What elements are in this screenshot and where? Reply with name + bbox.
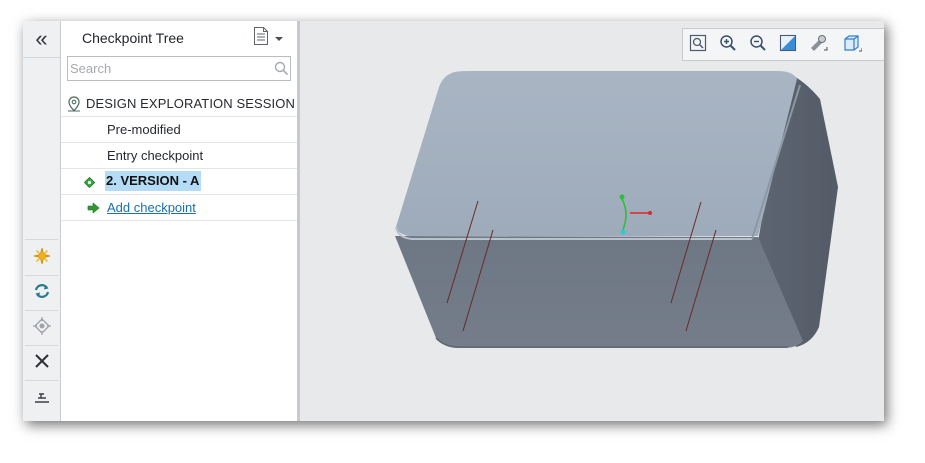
filter-button[interactable] <box>23 383 60 417</box>
tree-item-label: Pre-modified <box>107 122 181 137</box>
checkpoint-panel: Checkpoint Tree Search DESIGN EXPLORATIO… <box>61 21 300 421</box>
star-icon <box>33 247 51 270</box>
panel-title: Checkpoint Tree <box>82 30 184 46</box>
toolbar-divider <box>25 239 58 240</box>
refit-button[interactable] <box>687 34 709 57</box>
search-input[interactable] <box>69 59 261 78</box>
document-list-icon <box>253 26 269 51</box>
session-label: DESIGN EXPLORATION SESSION <box>86 96 295 111</box>
zoom-in-button[interactable] <box>717 34 739 57</box>
model-top-face <box>396 71 797 236</box>
perspective-button[interactable] <box>807 34 829 57</box>
refresh-button[interactable] <box>23 276 60 310</box>
tree-item-label: 2. VERSION - A <box>105 171 202 191</box>
delete-icon <box>34 353 50 374</box>
refit-icon <box>689 34 707 57</box>
model-front-face <box>395 236 803 348</box>
tree-item-pre-modified[interactable]: Pre-modified <box>61 117 297 143</box>
collapse-panel-button[interactable]: « <box>23 21 60 58</box>
zoom-out-icon <box>749 34 767 57</box>
refresh-icon <box>33 282 51 305</box>
locate-icon <box>32 316 51 340</box>
saved-views-icon <box>842 34 863 57</box>
star-button[interactable] <box>23 241 60 275</box>
delete-button[interactable] <box>23 346 60 380</box>
filter-icon <box>34 390 50 411</box>
search-box <box>67 56 291 81</box>
repaint-icon <box>779 34 797 57</box>
graphics-viewport[interactable] <box>300 21 884 421</box>
zoom-in-icon <box>719 34 737 57</box>
tree-options-dropdown[interactable] <box>253 26 283 51</box>
active-checkpoint-icon <box>83 175 96 193</box>
view-toolbar <box>682 28 884 61</box>
add-checkpoint-row[interactable]: Add checkpoint <box>61 195 297 221</box>
perspective-icon <box>808 34 828 57</box>
repaint-button[interactable] <box>777 34 799 57</box>
add-checkpoint-link[interactable]: Add checkpoint <box>107 200 196 215</box>
panel-header: Checkpoint Tree <box>61 21 297 55</box>
location-pin-icon <box>67 96 81 117</box>
locate-button[interactable] <box>23 311 60 345</box>
tree-item-version-a[interactable]: 2. VERSION - A <box>61 169 297 195</box>
left-toolbar: « <box>23 21 61 421</box>
tree-session-row[interactable]: DESIGN EXPLORATION SESSION <box>61 91 297 117</box>
saved-views-button[interactable] <box>841 34 863 57</box>
application-window: « Checkpoint Tree Search DESIGN EXPLORAT… <box>23 21 884 421</box>
chevron-down-icon <box>275 29 283 47</box>
toolbar-divider <box>25 380 58 381</box>
tree-item-entry-checkpoint[interactable]: Entry checkpoint <box>61 143 297 169</box>
green-arrow-icon <box>87 201 100 219</box>
3d-model[interactable] <box>300 21 884 421</box>
search-icon[interactable] <box>274 61 289 81</box>
tree-item-label: Entry checkpoint <box>107 148 204 163</box>
zoom-out-button[interactable] <box>747 34 769 57</box>
